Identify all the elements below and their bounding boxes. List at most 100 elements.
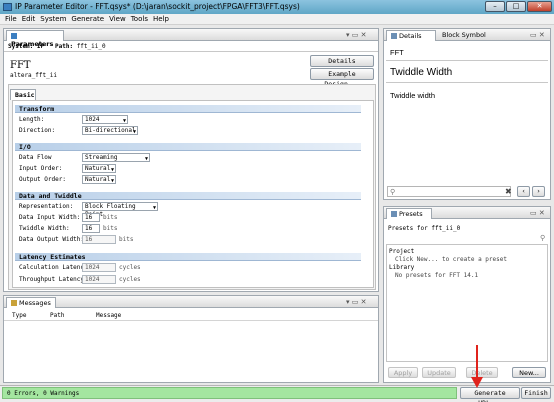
divider (4, 51, 378, 52)
validation-status-bar: 0 Errors, 0 Warnings (2, 387, 457, 399)
menu-file[interactable]: File (0, 14, 17, 23)
twiddle-width-select[interactable]: 16 (82, 224, 100, 233)
panel-menu-icon[interactable]: ▭ ✕ (530, 209, 545, 217)
throughput-latency-label: Throughput Latency: (19, 276, 88, 283)
details-heading: Twiddle Width (390, 67, 453, 78)
menu-generate[interactable]: Generate (66, 14, 104, 23)
presets-icon (391, 211, 397, 217)
tab-messages[interactable]: Messages (6, 297, 56, 308)
length-select[interactable]: 1024 ▼ (82, 115, 128, 124)
new-preset-button[interactable]: New... (512, 367, 546, 378)
chevron-down-icon: ▼ (110, 167, 114, 173)
presets-list: Project Click New... to create a preset … (386, 244, 548, 362)
messages-panel: Messages ▾ ▭ ✕ Type Path Message (3, 295, 379, 383)
direction-value: Bi-directional (85, 127, 136, 134)
section-io: I/O (15, 143, 361, 151)
menu-tools[interactable]: Tools (126, 14, 148, 23)
messages-tab-bar: Messages ▾ ▭ ✕ (4, 296, 378, 308)
details-panel: Details Block Symbol ▭ ✕ FFT Twiddle Wid… (383, 28, 551, 200)
parameters-icon (11, 33, 17, 39)
output-order-select[interactable]: Natural ▼ (82, 175, 116, 184)
component-subtitle: altera_fft_ii (10, 72, 57, 79)
column-path[interactable]: Path (50, 312, 64, 319)
representation-label: Representation: (19, 203, 74, 210)
section-data-twiddle: Data and Twiddle (15, 192, 361, 200)
chevron-down-icon: ▼ (110, 178, 114, 184)
data-input-width-unit: bits (103, 214, 118, 221)
column-type[interactable]: Type (12, 312, 26, 319)
tab-details[interactable]: Details (386, 30, 436, 41)
menu-edit[interactable]: Edit (17, 14, 36, 23)
details-description: Twiddle width (390, 91, 436, 100)
panel-menu-icon[interactable]: ▭ ✕ (530, 31, 545, 39)
close-button[interactable]: ✕ (527, 1, 552, 12)
data-input-width-select[interactable]: 16 (82, 213, 100, 222)
panel-menu-icon[interactable]: ▾ ▭ ✕ (346, 31, 366, 39)
system-path-line: System: IP Path: fft_ii_0 (8, 43, 106, 50)
chevron-down-icon: ▼ (132, 129, 136, 135)
tab-basic[interactable]: Basic (10, 89, 36, 100)
messages-header: Type Path Message (4, 310, 378, 321)
length-value: 1024 (85, 116, 100, 123)
menu-help[interactable]: Help (148, 14, 169, 23)
representation-select[interactable]: Block Floating Point▼ (82, 202, 158, 218)
previous-button[interactable]: ‹ (517, 186, 530, 197)
finish-button[interactable]: Finish (521, 387, 551, 399)
twiddle-width-label: Twiddle Width: (19, 225, 70, 232)
details-tab-bar: Details Block Symbol ▭ ✕ (384, 29, 550, 41)
status-text: 0 Errors, 0 Warnings (7, 390, 80, 397)
title-bar: IP Parameter Editor - FFT.qsys* (D:\jara… (0, 0, 554, 14)
chevron-down-icon: ▼ (144, 156, 148, 162)
apply-button[interactable]: Apply (388, 367, 418, 378)
minimize-button[interactable]: – (485, 1, 505, 12)
presets-library-hint: No presets for FFT 14.1 (395, 272, 479, 279)
calc-latency-label: Calculation Latency: (19, 264, 92, 271)
details-button[interactable]: Details (310, 55, 374, 67)
tab-messages-label: Messages (19, 299, 51, 307)
direction-select[interactable]: Bi-directional ▼ (82, 126, 138, 135)
details-search-input[interactable]: ⚲ (387, 186, 511, 197)
calc-latency-value: 1024 (85, 264, 100, 271)
tab-parameters[interactable]: Parameters (6, 30, 64, 48)
tab-details-label: Details (399, 32, 422, 40)
path-label: Path: (55, 43, 74, 50)
update-button[interactable]: Update (422, 367, 456, 378)
presets-for-label: Presets for fft_ii_0 (388, 225, 461, 232)
column-message[interactable]: Message (96, 312, 121, 319)
search-icon[interactable]: ⚲ (540, 234, 545, 242)
generate-hdl-button[interactable]: Generate HDL... (460, 387, 520, 402)
throughput-latency-field: 1024 (82, 275, 116, 284)
direction-label: Direction: (19, 127, 56, 134)
parameters-panel: Parameters ▾ ▭ ✕ System: IP Path: fft_ii… (3, 28, 379, 292)
dataflow-value: Streaming (85, 154, 118, 161)
input-order-select[interactable]: Natural ▼ (82, 164, 116, 173)
presets-panel: Presets ▭ ✕ Presets for fft_ii_0 ⚲ Proje… (383, 206, 551, 383)
tab-block-symbol[interactable]: Block Symbol (438, 30, 490, 40)
section-latency: Latency Estimates (15, 253, 361, 261)
tab-presets-label: Presets (399, 210, 423, 218)
presets-project-hint: Click New... to create a preset (395, 256, 507, 263)
menu-system[interactable]: System (35, 14, 66, 23)
details-icon (391, 33, 397, 39)
panel-menu-icon[interactable]: ▾ ▭ ✕ (346, 298, 366, 306)
details-name: FFT (390, 48, 404, 57)
example-design-button[interactable]: Example Design... (310, 68, 374, 88)
divider (386, 60, 548, 61)
clear-search-icon[interactable]: ✖ (505, 187, 512, 196)
parameters-tab-bar: Parameters ▾ ▭ ✕ (4, 29, 378, 48)
output-order-label: Output Order: (19, 176, 66, 183)
data-output-width-label: Data Output Width: (19, 236, 85, 243)
twiddle-width-unit: bits (103, 225, 118, 232)
maximize-button[interactable]: □ (506, 1, 526, 12)
window-title: IP Parameter Editor - FFT.qsys* (D:\jara… (15, 2, 300, 11)
section-transform: Transform (15, 105, 361, 113)
input-order-value: Natural (85, 165, 111, 172)
annotation-arrow-icon (471, 345, 483, 388)
throughput-latency-unit: cycles (119, 276, 141, 283)
next-button[interactable]: › (532, 186, 545, 197)
tab-presets[interactable]: Presets (386, 208, 432, 219)
dataflow-select[interactable]: Streaming ▼ (82, 153, 150, 162)
chevron-down-icon: ▼ (122, 118, 126, 124)
menu-view[interactable]: View (104, 14, 126, 23)
output-order-value: Natural (85, 176, 111, 183)
